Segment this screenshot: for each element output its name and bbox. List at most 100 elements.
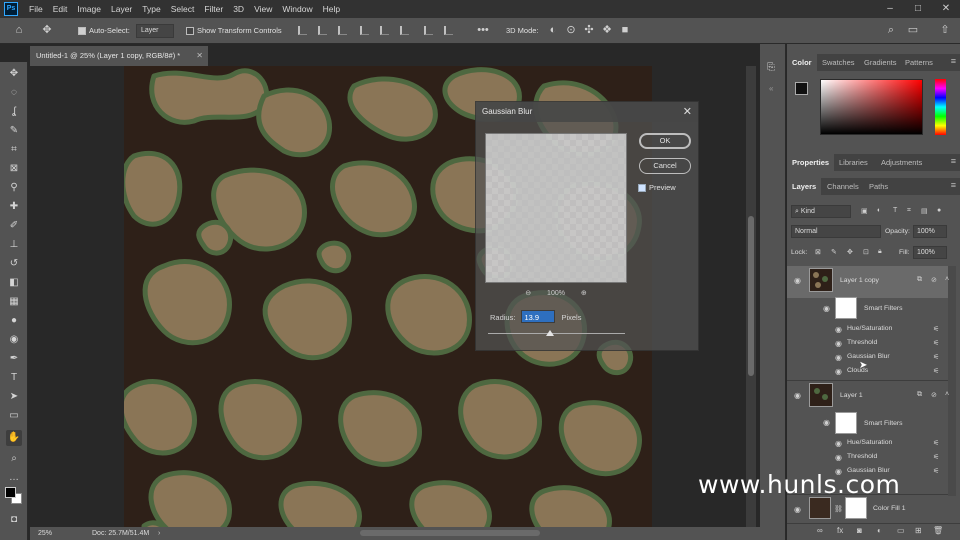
smart-filter-mask[interactable] xyxy=(835,412,857,434)
visibility-eye-icon[interactable]: ◉ xyxy=(794,391,801,400)
filter-threshold[interactable]: Threshold xyxy=(847,339,877,346)
hue-slider[interactable] xyxy=(935,79,946,135)
more-tools-icon[interactable]: … xyxy=(6,470,22,486)
smart-filter-mask[interactable] xyxy=(835,297,857,319)
preview-checkbox[interactable] xyxy=(638,184,646,193)
hand-icon[interactable]: ✋ xyxy=(6,430,22,446)
layer-link-icon[interactable]: ⊘ xyxy=(931,391,937,399)
gradient-icon[interactable]: ▦ xyxy=(6,294,22,310)
quick-mask-icon[interactable]: ◘ xyxy=(6,512,22,528)
blur-icon[interactable]: ● xyxy=(6,313,22,329)
auto-select-checkbox[interactable] xyxy=(78,27,86,36)
filter-options-icon[interactable]: ⚟ xyxy=(933,339,939,347)
visibility-eye-icon[interactable]: ◉ xyxy=(794,505,801,514)
dodge-icon[interactable]: ◉ xyxy=(6,332,22,348)
menu-window[interactable]: Window xyxy=(277,4,317,14)
preview-toggle[interactable]: Preview xyxy=(638,183,676,193)
ok-button[interactable]: OK xyxy=(639,133,691,149)
drag-3d-icon[interactable]: ✣ xyxy=(582,23,596,37)
vertical-scrollbar[interactable] xyxy=(746,66,756,527)
layer-expand-icon[interactable]: ˄ xyxy=(945,391,949,398)
slide-3d-icon[interactable]: ❖ xyxy=(600,23,614,37)
filter-shape-icon[interactable]: ⌗ xyxy=(907,207,911,215)
status-menu-icon[interactable]: › xyxy=(158,527,160,540)
layer-name-fill[interactable]: Color Fill 1 xyxy=(873,505,905,512)
document-tab[interactable]: Untitled-1 @ 25% (Layer 1 copy, RGB/8#) … xyxy=(30,46,208,66)
align-top-icon[interactable] xyxy=(360,26,369,35)
history-brush-icon[interactable]: ↺ xyxy=(6,256,22,272)
filter-options-icon[interactable]: ⚟ xyxy=(933,439,939,447)
tab-libraries[interactable]: Libraries xyxy=(834,154,873,171)
transform-controls-row[interactable]: Show Transform Controls xyxy=(186,24,282,38)
minimize-icon[interactable]: – xyxy=(876,0,904,18)
menu-view[interactable]: View xyxy=(249,4,277,14)
filter-options-icon[interactable]: ⚟ xyxy=(933,467,939,475)
filter-pixel-icon[interactable]: ▣ xyxy=(861,207,868,215)
distribute-vertical-icon[interactable] xyxy=(444,26,453,35)
opacity-input[interactable]: 100% xyxy=(913,225,947,238)
tab-patterns[interactable]: Patterns xyxy=(900,54,938,71)
align-left-icon[interactable] xyxy=(298,26,307,35)
auto-select-checkbox-row[interactable]: Auto-Select: xyxy=(78,24,130,38)
color-panel-menu-icon[interactable]: ≡ xyxy=(951,56,956,66)
menu-edit[interactable]: Edit xyxy=(48,4,73,14)
tab-layers[interactable]: Layers xyxy=(787,178,822,195)
menu-image[interactable]: Image xyxy=(72,4,106,14)
camera-3d-icon[interactable]: ■ xyxy=(618,23,632,37)
roll-3d-icon[interactable]: ⊙ xyxy=(564,23,578,37)
layer-name-copy[interactable]: Layer 1 copy xyxy=(840,277,879,284)
filter-toggle-icon[interactable]: ● xyxy=(937,207,941,214)
panel-collapse-icon[interactable]: « xyxy=(769,84,773,93)
type-icon[interactable]: T xyxy=(6,370,22,386)
radius-slider[interactable] xyxy=(488,330,625,336)
filter-type-icon[interactable]: T xyxy=(893,207,897,214)
foreground-swatch[interactable] xyxy=(795,82,808,95)
align-bottom-icon[interactable] xyxy=(400,26,409,35)
tab-properties[interactable]: Properties xyxy=(787,154,835,171)
align-middle-icon[interactable] xyxy=(380,26,389,35)
tab-paths[interactable]: Paths xyxy=(864,178,893,195)
filter-adjustment-icon[interactable]: ◐ xyxy=(877,207,881,214)
dialog-close-icon[interactable]: ✕ xyxy=(683,102,692,122)
zoom-out-icon[interactable]: ⊖ xyxy=(525,290,531,297)
dialog-title-bar[interactable]: Gaussian Blur ✕ xyxy=(476,102,698,122)
align-center-icon[interactable] xyxy=(318,26,327,35)
pen-icon[interactable]: ✒ xyxy=(6,351,22,367)
close-icon[interactable]: ✕ xyxy=(932,0,960,18)
lock-all-icon[interactable]: 🔒︎ xyxy=(878,248,882,256)
lock-artboard-icon[interactable]: ⊡ xyxy=(863,248,869,256)
eraser-icon[interactable]: ◧ xyxy=(6,275,22,291)
filter-eye-icon[interactable]: ◉ xyxy=(835,439,842,448)
filter-hue-saturation[interactable]: Hue/Saturation xyxy=(847,439,892,446)
healing-brush-icon[interactable]: ✚ xyxy=(6,199,22,215)
fill-input[interactable]: 100% xyxy=(913,246,947,259)
adjustment-layer-icon[interactable]: ◐ xyxy=(877,526,882,535)
fill-mask-thumbnail[interactable] xyxy=(845,497,867,519)
cancel-button[interactable]: Cancel xyxy=(639,158,691,174)
lock-position-icon[interactable]: ✥ xyxy=(847,248,853,256)
delete-layer-icon[interactable]: 🗑︎ xyxy=(933,526,943,535)
frame-icon[interactable]: ⊠ xyxy=(6,161,22,177)
blur-preview-pane[interactable] xyxy=(485,133,627,283)
filter-eye-icon[interactable]: ◉ xyxy=(835,353,842,362)
zoom-icon[interactable]: ⌕ xyxy=(6,451,22,467)
filter-smart-icon[interactable]: ▤ xyxy=(921,207,928,215)
orbit-3d-icon[interactable]: ◐ xyxy=(546,23,560,37)
add-mask-icon[interactable]: ◙ xyxy=(857,526,862,535)
tab-color[interactable]: Color xyxy=(787,54,817,71)
smart-filters-eye-icon[interactable]: ◉ xyxy=(823,418,830,427)
share-icon[interactable]: ⇧ xyxy=(938,23,952,37)
layers-scrollbar[interactable] xyxy=(948,266,956,496)
menu-select[interactable]: Select xyxy=(166,4,200,14)
properties-menu-icon[interactable]: ≡ xyxy=(951,156,956,166)
layer-link-icon[interactable]: ⊘ xyxy=(931,276,937,284)
filter-options-icon[interactable]: ⚟ xyxy=(933,325,939,333)
filter-eye-icon[interactable]: ◉ xyxy=(835,339,842,348)
filter-hue-saturation[interactable]: Hue/Saturation xyxy=(847,325,892,332)
filter-eye-icon[interactable]: ◉ xyxy=(835,453,842,462)
vertical-scroll-thumb[interactable] xyxy=(748,216,754,376)
link-layers-icon[interactable]: ∞ xyxy=(817,526,823,535)
align-right-icon[interactable] xyxy=(338,26,347,35)
color-picker-field[interactable] xyxy=(820,79,923,135)
menu-help[interactable]: Help xyxy=(318,4,345,14)
